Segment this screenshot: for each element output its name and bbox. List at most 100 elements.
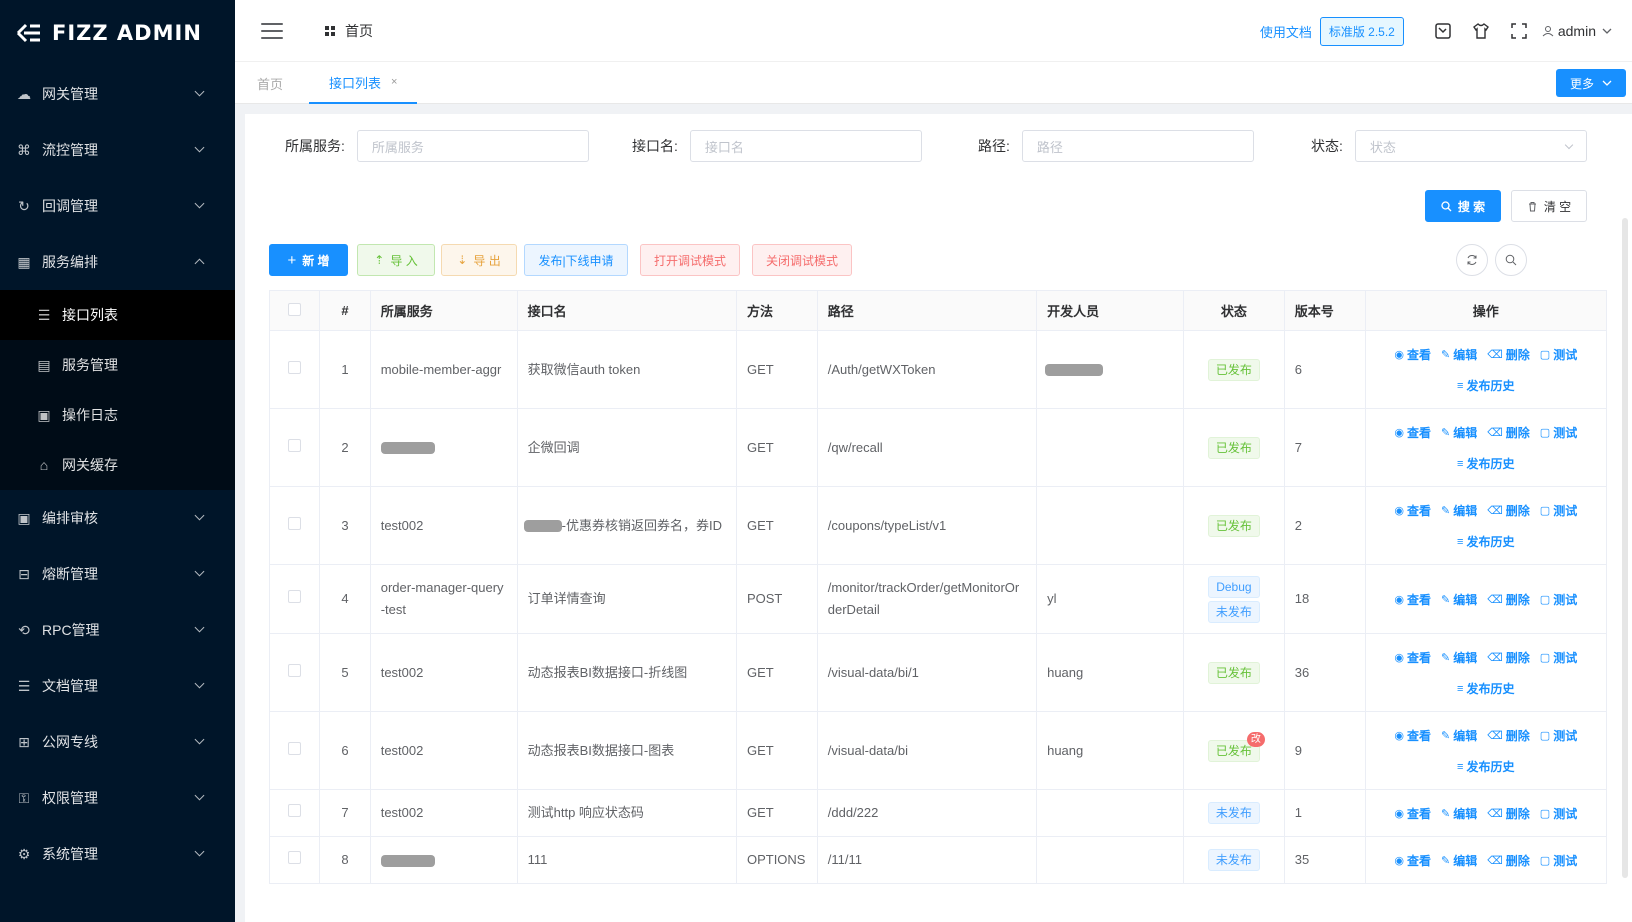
submenu-item-2[interactable]: ▣ 操作日志 xyxy=(0,390,235,440)
scrollbar[interactable] xyxy=(1622,218,1628,878)
sidebar-item-label: 权限管理 xyxy=(42,790,98,806)
publish-history-button[interactable]: ≡ 发布历史 xyxy=(1457,453,1514,475)
publish-history-button[interactable]: ≡ 发布历史 xyxy=(1457,756,1514,778)
delete-button[interactable]: ⌫ 删除 xyxy=(1487,850,1530,872)
test-button[interactable]: ▢ 测试 xyxy=(1540,803,1577,825)
delete-button[interactable]: ⌫ 删除 xyxy=(1487,647,1530,669)
test-button[interactable]: ▢ 测试 xyxy=(1540,344,1577,366)
sidebar-item-3[interactable]: ▦ 服务编排 xyxy=(0,234,235,290)
view-button[interactable]: ◉ 查看 xyxy=(1394,422,1431,444)
docs-link[interactable]: 使用文档 xyxy=(1260,22,1312,41)
view-button[interactable]: ◉ 查看 xyxy=(1394,500,1431,522)
publish-history-button[interactable]: ≡ 发布历史 xyxy=(1457,678,1514,700)
row-checkbox[interactable] xyxy=(268,564,321,634)
test-button[interactable]: ▢ 测试 xyxy=(1540,647,1577,669)
eye-icon: ◉ xyxy=(1394,729,1404,742)
publish-history-button[interactable]: ≡ 发布历史 xyxy=(1457,531,1514,553)
export-button[interactable]: ⇣ 导 出 xyxy=(441,244,517,276)
test-button[interactable]: ▢ 测试 xyxy=(1540,500,1577,522)
breadcrumb[interactable]: 首页 xyxy=(325,21,373,41)
row-developer: huang xyxy=(1036,711,1185,790)
sidebar-item-9[interactable]: ⚿ 权限管理 xyxy=(0,770,235,826)
add-button[interactable]: + 新 增 xyxy=(269,244,348,276)
tab-api-list[interactable]: 接口列表 × xyxy=(309,62,418,104)
submenu-item-1[interactable]: ▤ 服务管理 xyxy=(0,340,235,390)
delete-button[interactable]: ⌫ 删除 xyxy=(1487,589,1530,611)
refresh-button[interactable] xyxy=(1456,244,1488,276)
delete-button[interactable]: ⌫ 删除 xyxy=(1487,725,1530,747)
row-version: 2 xyxy=(1283,486,1366,565)
row-checkbox[interactable] xyxy=(268,408,321,487)
view-button[interactable]: ◉ 查看 xyxy=(1394,725,1431,747)
edit-button[interactable]: ✎ 编辑 xyxy=(1441,850,1477,872)
row-checkbox[interactable] xyxy=(268,711,321,790)
path-input[interactable]: 路径 xyxy=(1021,130,1254,162)
api-name-input[interactable]: 接口名 xyxy=(689,130,922,162)
test-button[interactable]: ▢ 测试 xyxy=(1540,850,1577,872)
screenshot-icon[interactable] xyxy=(1432,20,1454,42)
sidebar-item-2[interactable]: ↻ 回调管理 xyxy=(0,178,235,234)
view-button[interactable]: ◉ 查看 xyxy=(1394,589,1431,611)
service-input[interactable]: 所属服务 xyxy=(356,130,589,162)
row-index: 6 xyxy=(319,711,371,790)
view-button[interactable]: ◉ 查看 xyxy=(1394,647,1431,669)
publish-history-button[interactable]: ≡ 发布历史 xyxy=(1457,375,1514,397)
view-button[interactable]: ◉ 查看 xyxy=(1394,803,1431,825)
row-path: /11/11 xyxy=(816,836,1038,884)
clear-button[interactable]: 清 空 xyxy=(1511,190,1587,222)
delete-button[interactable]: ⌫ 删除 xyxy=(1487,803,1530,825)
sidebar-item-7[interactable]: ☰ 文档管理 xyxy=(0,658,235,714)
more-button[interactable]: 更多 xyxy=(1555,69,1626,97)
import-button[interactable]: ⇡ 导 入 xyxy=(357,244,435,276)
view-button[interactable]: ◉ 查看 xyxy=(1394,344,1431,366)
disable-debug-button[interactable]: 关闭调试模式 xyxy=(752,244,852,276)
edit-button[interactable]: ✎ 编辑 xyxy=(1441,803,1477,825)
sidebar-item-1[interactable]: ⌘ 流控管理 xyxy=(0,122,235,178)
test-button[interactable]: ▢ 测试 xyxy=(1540,422,1577,444)
sidebar-item-0[interactable]: ☁ 网关管理 xyxy=(0,66,235,122)
sidebar-item-5[interactable]: ⊟ 熔断管理 xyxy=(0,546,235,602)
breadcrumb-home[interactable]: 首页 xyxy=(345,21,373,41)
tab-home[interactable]: 首页 xyxy=(257,62,283,104)
sidebar-item-10[interactable]: ⚙ 系统管理 xyxy=(0,826,235,882)
sidebar-item-8[interactable]: ⊞ 公网专线 xyxy=(0,714,235,770)
publish-request-button[interactable]: 发布|下线申请 xyxy=(524,244,628,276)
edit-button[interactable]: ✎ 编辑 xyxy=(1441,589,1477,611)
select-all-checkbox[interactable] xyxy=(268,290,321,331)
enable-debug-button[interactable]: 打开调试模式 xyxy=(640,244,740,276)
delete-button[interactable]: ⌫ 删除 xyxy=(1487,422,1530,444)
delete-button[interactable]: ⌫ 删除 xyxy=(1487,344,1530,366)
row-checkbox[interactable] xyxy=(268,789,321,837)
sidebar-item-4[interactable]: ▣ 编排审核 xyxy=(0,490,235,546)
eye-icon: ◉ xyxy=(1394,807,1404,820)
logo-icon xyxy=(16,23,40,43)
user-menu[interactable]: admin xyxy=(1542,23,1614,39)
edit-button[interactable]: ✎ 编辑 xyxy=(1441,344,1477,366)
edit-button[interactable]: ✎ 编辑 xyxy=(1441,500,1477,522)
status-select[interactable]: 状态 xyxy=(1354,130,1587,162)
row-checkbox[interactable] xyxy=(268,633,321,712)
row-api-name: 动态报表BI数据接口-图表 xyxy=(516,711,737,790)
delete-button[interactable]: ⌫ 删除 xyxy=(1487,500,1530,522)
edit-button[interactable]: ✎ 编辑 xyxy=(1441,647,1477,669)
submenu-item-0[interactable]: ☰ 接口列表 xyxy=(0,290,235,340)
close-icon[interactable]: × xyxy=(391,76,397,88)
doc-icon: ☰ xyxy=(17,677,31,694)
test-button[interactable]: ▢ 测试 xyxy=(1540,589,1577,611)
edit-button[interactable]: ✎ 编辑 xyxy=(1441,422,1477,444)
row-checkbox[interactable] xyxy=(268,330,321,409)
view-button[interactable]: ◉ 查看 xyxy=(1394,850,1431,872)
row-checkbox[interactable] xyxy=(268,486,321,565)
search-button[interactable]: 搜 索 xyxy=(1425,190,1501,222)
edit-button[interactable]: ✎ 编辑 xyxy=(1441,725,1477,747)
submenu-item-3[interactable]: ⌂ 网关缓存 xyxy=(0,440,235,490)
row-checkbox[interactable] xyxy=(268,836,321,884)
logo[interactable]: FIZZ ADMIN xyxy=(0,0,235,66)
fullscreen-icon[interactable] xyxy=(1508,20,1530,42)
menu-toggle-icon[interactable] xyxy=(261,22,283,39)
sidebar-item-6[interactable]: ⟲ RPC管理 xyxy=(0,602,235,658)
theme-shirt-icon[interactable] xyxy=(1470,20,1492,42)
search-toggle-button[interactable] xyxy=(1495,244,1527,276)
test-button[interactable]: ▢ 测试 xyxy=(1540,725,1577,747)
sidebar-item-label: 服务编排 xyxy=(42,254,98,270)
